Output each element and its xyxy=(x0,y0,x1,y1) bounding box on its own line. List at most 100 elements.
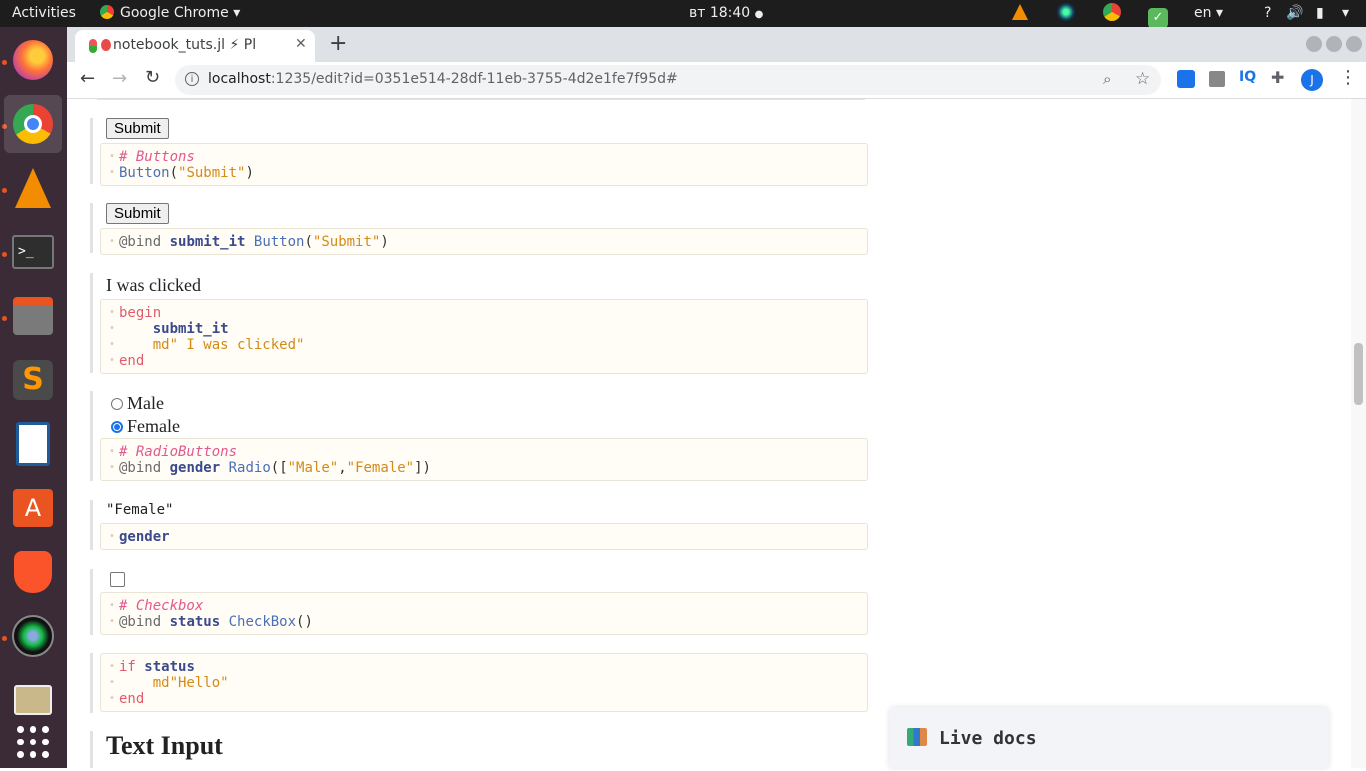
vlc-icon[interactable] xyxy=(4,159,62,217)
maximize-icon[interactable] xyxy=(1326,36,1342,52)
power-menu-icon[interactable]: ▾ xyxy=(1342,0,1349,27)
code-function: Radio xyxy=(228,460,271,476)
reload-icon[interactable]: ↻ xyxy=(145,67,160,88)
cell-output-text: I was clicked xyxy=(106,275,201,295)
page-scrollbar[interactable] xyxy=(1351,99,1366,768)
radio-option-female[interactable]: Female xyxy=(111,416,180,437)
sublime-icon[interactable]: S xyxy=(4,351,62,409)
pen-extension-icon[interactable] xyxy=(1177,70,1195,88)
profile-avatar[interactable]: J xyxy=(1301,69,1323,91)
cell-radio[interactable]: Male Female # RadioButtons @bind gender … xyxy=(90,391,868,481)
code-function: Button xyxy=(119,165,170,181)
bookmark-star-icon[interactable]: ☆ xyxy=(1135,69,1150,89)
vlc-tray-icon[interactable] xyxy=(1012,0,1028,27)
zoom-icon[interactable]: ⌕ xyxy=(1103,70,1111,88)
cell-checkbox[interactable]: # Checkbox @bind status CheckBox() xyxy=(90,569,868,635)
cell-bind-submit[interactable]: Submit @bind submit_it Button("Submit") xyxy=(90,203,868,255)
check-tray-icon[interactable]: ✓ xyxy=(1148,0,1168,28)
code-editor[interactable]: # Checkbox @bind status CheckBox() xyxy=(100,592,868,635)
code-macro-string: md xyxy=(119,337,170,353)
submit-button[interactable]: Submit xyxy=(106,118,169,139)
url-path: :1235/edit?id=0351e514-28df-11eb-3755-4d… xyxy=(270,71,678,87)
code-line: gender xyxy=(101,529,867,545)
chrome-icon[interactable] xyxy=(4,95,62,153)
chrome-tray-icon[interactable] xyxy=(1103,0,1121,27)
code-variable: status xyxy=(144,659,195,675)
code-comment: # RadioButtons xyxy=(119,444,238,460)
menu-kebab-icon[interactable]: ⋮ xyxy=(1339,67,1357,88)
terminal-icon[interactable]: >_ xyxy=(4,223,62,281)
code-editor[interactable]: gender xyxy=(100,523,868,550)
pluto-favicon xyxy=(89,39,97,53)
code-line: if status xyxy=(101,659,867,675)
code-macro: @bind xyxy=(119,614,162,630)
tab-close-icon[interactable]: ✕ xyxy=(295,36,307,52)
code-keyword: if xyxy=(119,659,136,675)
code-line: end xyxy=(101,353,867,369)
software-icon[interactable]: A xyxy=(4,479,62,537)
brave-icon[interactable] xyxy=(4,543,62,601)
code-string: " I was clicked" xyxy=(169,337,305,353)
app-name-label: Google Chrome xyxy=(120,5,229,21)
writer-icon[interactable] xyxy=(4,415,62,473)
url-text: localhost:1235/edit?id=0351e514-28df-11e… xyxy=(208,71,678,87)
firefox-icon[interactable] xyxy=(4,31,62,89)
extensions-puzzle-icon[interactable]: ✚ xyxy=(1271,68,1284,87)
camera-icon[interactable] xyxy=(4,607,62,665)
extension-box-icon[interactable] xyxy=(1209,71,1225,87)
cell-buttons[interactable]: Submit # Buttons Button("Submit") xyxy=(90,118,868,186)
code-variable: submit_it xyxy=(169,234,246,250)
help-icon[interactable]: ? xyxy=(1264,0,1271,27)
code-string: md"Hello" xyxy=(119,675,229,691)
cell-clicked[interactable]: I was clicked begin submit_it md" I was … xyxy=(90,273,868,374)
new-tab-button[interactable]: + xyxy=(329,31,347,56)
submit-button[interactable]: Submit xyxy=(106,203,169,224)
code-punct: ( xyxy=(304,234,313,250)
battery-icon[interactable]: ▮ xyxy=(1316,0,1324,27)
radio-button[interactable] xyxy=(111,397,123,410)
code-editor[interactable]: if status md"Hello" end xyxy=(100,653,868,712)
code-punct: ( xyxy=(169,165,179,181)
clock[interactable]: вт 18:40 ● xyxy=(689,0,763,27)
tab-notebook[interactable]: notebook_tuts.jl ⚡ Pl ✕ xyxy=(75,30,315,62)
radio-label: Male xyxy=(127,393,164,413)
code-punct: ) xyxy=(245,165,254,181)
code-line: Button("Submit") xyxy=(101,165,867,181)
radio-button-selected[interactable] xyxy=(111,420,123,433)
notification-dot-icon: ● xyxy=(754,9,764,20)
code-punct: () xyxy=(296,614,313,630)
radio-label: Female xyxy=(127,416,180,436)
scrollbar-thumb[interactable] xyxy=(1354,343,1363,405)
code-variable: submit_it xyxy=(119,321,229,337)
cell-if-status[interactable]: if status md"Hello" end xyxy=(90,653,868,713)
code-editor[interactable]: begin submit_it md" I was clicked" end xyxy=(100,299,868,374)
activities-button[interactable]: Activities xyxy=(12,0,76,27)
code-line: @bind status CheckBox() xyxy=(101,614,867,630)
books-icon xyxy=(907,728,927,746)
live-docs-panel[interactable]: Live docs xyxy=(889,707,1329,768)
info-icon[interactable]: i xyxy=(185,72,199,86)
status-checkbox[interactable] xyxy=(110,572,125,587)
code-editor[interactable]: @bind submit_it Button("Submit") xyxy=(100,228,868,255)
volume-icon[interactable]: 🔊 xyxy=(1286,0,1303,27)
code-string: "Female" xyxy=(346,460,415,476)
cell-heading[interactable]: Text Input xyxy=(90,731,868,768)
close-window-icon[interactable] xyxy=(1346,36,1362,52)
language-selector[interactable]: en ▾ xyxy=(1194,0,1223,27)
forward-icon[interactable]: → xyxy=(112,68,127,89)
minimize-icon[interactable] xyxy=(1306,36,1322,52)
steam-tray-icon[interactable] xyxy=(1057,0,1075,27)
cell-gender[interactable]: "Female" gender xyxy=(90,500,868,550)
back-icon[interactable]: ← xyxy=(80,68,95,89)
address-bar[interactable]: i localhost:1235/edit?id=0351e514-28df-1… xyxy=(175,65,1161,95)
files-icon[interactable] xyxy=(4,287,62,345)
code-comment: # Checkbox xyxy=(119,598,204,614)
code-string: "Submit" xyxy=(178,165,246,181)
code-keyword: end xyxy=(119,353,145,369)
code-editor[interactable]: # RadioButtons @bind gender Radio(["Male… xyxy=(100,438,868,481)
radio-option-male[interactable]: Male xyxy=(111,393,164,414)
apps-grid-icon[interactable] xyxy=(4,713,62,771)
iq-extension-icon[interactable]: IQ xyxy=(1239,69,1256,85)
code-editor[interactable]: # Buttons Button("Submit") xyxy=(100,143,868,186)
app-menu[interactable]: Google Chrome ▾ xyxy=(100,0,240,27)
